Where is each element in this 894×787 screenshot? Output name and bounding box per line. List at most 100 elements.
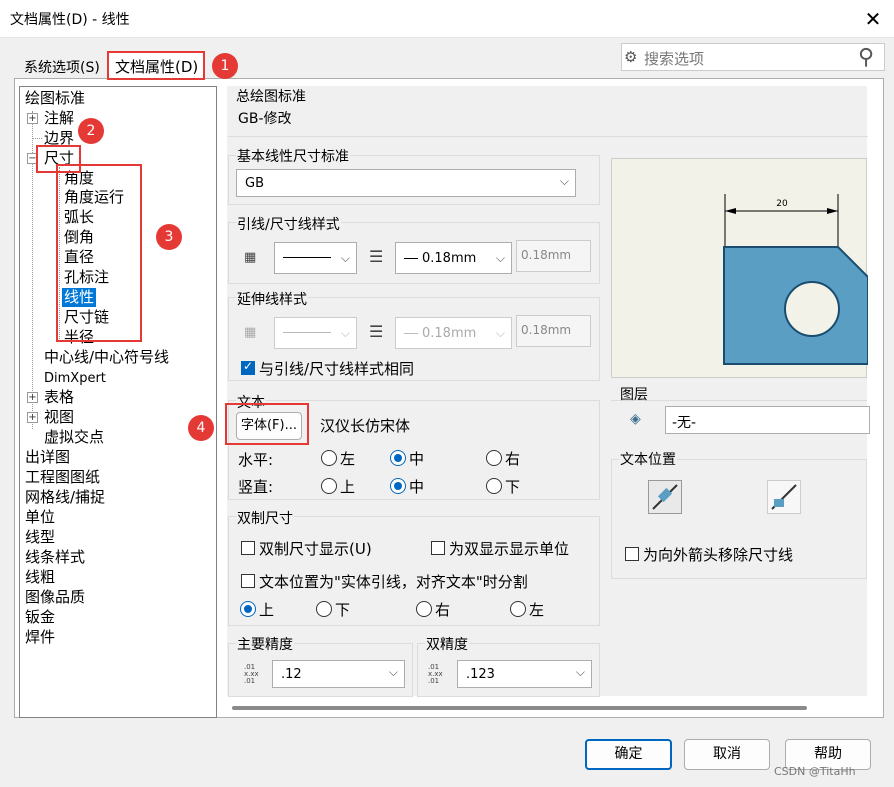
dual-precision-select[interactable]: .123 ⌵ bbox=[457, 660, 592, 688]
show-dual-checkbox[interactable] bbox=[241, 541, 255, 555]
gear-icon[interactable]: ⚙ bbox=[624, 48, 637, 66]
annotation-number: 2 bbox=[78, 118, 104, 144]
extension-line-style-select[interactable]: ⌵ bbox=[274, 317, 357, 349]
tree-item-weldments[interactable]: 焊件 bbox=[25, 628, 55, 647]
line-sample bbox=[404, 258, 418, 259]
expand-icon[interactable]: + bbox=[27, 412, 38, 423]
radio-vertical-bottom[interactable] bbox=[486, 478, 502, 494]
horizontal-dimension-icon bbox=[771, 484, 797, 510]
search-icon[interactable]: ⚲ bbox=[858, 45, 874, 70]
radio-horizontal-right-label: 右 bbox=[505, 450, 521, 468]
tree-item-centerline[interactable]: 中心线/中心符号线 bbox=[44, 348, 169, 367]
tree-guide bbox=[32, 138, 42, 139]
extension-line-width-value: 0.18mm bbox=[422, 326, 477, 341]
tree-item-units[interactable]: 单位 bbox=[25, 508, 55, 527]
tree-item-detailing[interactable]: 出详图 bbox=[25, 448, 70, 467]
radio-dual-right[interactable] bbox=[416, 601, 432, 617]
tree-item-drawing-sheets[interactable]: 工程图图纸 bbox=[25, 468, 100, 487]
chevron-down-icon: ⌵ bbox=[559, 174, 569, 188]
radio-dual-right-label: 右 bbox=[435, 601, 451, 619]
leader-line-width-select[interactable]: 0.18mm ⌵ bbox=[395, 242, 512, 274]
line-sample bbox=[283, 257, 331, 258]
aligned-dimension-icon bbox=[652, 484, 678, 510]
radio-dual-left[interactable] bbox=[510, 601, 526, 617]
text-position-label: 文本位置 bbox=[619, 449, 677, 469]
radio-vertical-center-label: 中 bbox=[409, 478, 425, 496]
primary-precision-value: .12 bbox=[281, 667, 302, 682]
leader-line-width-value: 0.18mm bbox=[422, 251, 477, 266]
radio-vertical-top-label: 上 bbox=[340, 478, 356, 496]
split-checkbox[interactable] bbox=[241, 574, 255, 588]
chevron-down-icon: ⌵ bbox=[340, 326, 350, 340]
layers-icon: ◈ bbox=[630, 411, 641, 427]
dimension-preview: 20 bbox=[611, 158, 869, 378]
watermark: CSDN @TitaHh bbox=[774, 765, 856, 778]
base-standard-value: GB bbox=[245, 176, 264, 191]
radio-dual-top[interactable] bbox=[240, 601, 256, 617]
preview-drawing: 20 bbox=[723, 194, 869, 365]
extension-style-label: 延伸线样式 bbox=[236, 289, 308, 309]
tab-system-options[interactable]: 系统选项(S) bbox=[18, 54, 106, 78]
same-as-leader-checkbox[interactable] bbox=[241, 359, 255, 375]
expand-icon[interactable]: + bbox=[27, 392, 38, 403]
radio-vertical-center[interactable] bbox=[390, 478, 406, 494]
annotation-number: 1 bbox=[212, 53, 238, 79]
tree-item-annotation[interactable]: 注解 bbox=[44, 109, 74, 128]
search-input[interactable]: 搜索选项 bbox=[644, 48, 704, 69]
radio-dual-top-label: 上 bbox=[259, 601, 275, 619]
overall-standard-value: GB-修改 bbox=[238, 111, 292, 127]
text-position-aligned-icon[interactable] bbox=[648, 480, 682, 514]
radio-dual-left-label: 左 bbox=[529, 601, 545, 619]
radio-dual-bottom[interactable] bbox=[316, 601, 332, 617]
remove-dim-line-label: 为向外箭头移除尺寸线 bbox=[643, 546, 794, 564]
tree-item-tables[interactable]: 表格 bbox=[44, 388, 74, 407]
text-position-horizontal-icon[interactable] bbox=[767, 480, 801, 514]
primary-precision-select[interactable]: .12 ⌵ bbox=[272, 660, 405, 688]
leader-thickness-field[interactable]: 0.18mm bbox=[516, 240, 591, 272]
tree-item-virtual-sharp[interactable]: 虚拟交点 bbox=[44, 428, 104, 447]
extension-thickness-field[interactable]: 0.18mm bbox=[516, 315, 591, 347]
radio-horizontal-left[interactable] bbox=[321, 450, 337, 466]
radio-horizontal-left-label: 左 bbox=[340, 450, 356, 468]
vertical-label: 竖直: bbox=[238, 478, 274, 496]
tree-item-line-font[interactable]: 线型 bbox=[25, 528, 55, 547]
show-units-checkbox[interactable] bbox=[431, 541, 445, 555]
radio-horizontal-center-label: 中 bbox=[409, 450, 425, 468]
layer-label: 图层 bbox=[620, 387, 648, 403]
ok-button[interactable]: 确定 bbox=[585, 739, 672, 770]
radio-vertical-top[interactable] bbox=[321, 478, 337, 494]
tree-item-views[interactable]: 视图 bbox=[44, 408, 74, 427]
expand-icon[interactable]: + bbox=[27, 113, 38, 124]
search-box[interactable]: ⚙ 搜索选项 ⚲ bbox=[621, 43, 885, 71]
preview-hole bbox=[784, 281, 840, 337]
radio-horizontal-right[interactable] bbox=[486, 450, 502, 466]
tree-item-line-style[interactable]: 线条样式 bbox=[25, 548, 85, 567]
leader-style-label: 引线/尺寸线样式 bbox=[236, 214, 341, 234]
annotation-box-dimension-children bbox=[56, 164, 142, 342]
line-style-icon: ▦ bbox=[244, 250, 257, 265]
base-standard-select[interactable]: GB ⌵ bbox=[236, 169, 576, 197]
tree-item-dimxpert[interactable]: DimXpert bbox=[44, 369, 106, 388]
radio-dual-bottom-label: 下 bbox=[335, 601, 351, 619]
cancel-button[interactable]: 取消 bbox=[684, 739, 770, 770]
dual-dimension-label: 双制尺寸 bbox=[236, 508, 294, 528]
annotation-number: 3 bbox=[156, 224, 182, 250]
tree-item-image-quality[interactable]: 图像品质 bbox=[25, 588, 85, 607]
tree-item-sheet-metal[interactable]: 钣金 bbox=[25, 608, 55, 627]
radio-horizontal-center[interactable] bbox=[390, 450, 406, 466]
layer-select[interactable]: -无- bbox=[665, 406, 870, 434]
tree-item-line-thickness[interactable]: 线粗 bbox=[25, 568, 55, 587]
precision-icon: .01 x.xx .01 bbox=[244, 663, 259, 685]
tree-item-grid-snap[interactable]: 网格线/捕捉 bbox=[25, 488, 105, 507]
close-icon[interactable]: ✕ bbox=[858, 4, 888, 34]
precision-icon: .01 x.xx .01 bbox=[428, 663, 443, 685]
extension-line-width-select[interactable]: 0.18mm ⌵ bbox=[395, 317, 512, 349]
tree-item-drawing-standard[interactable]: 绘图标准 bbox=[25, 89, 85, 108]
scrollbar-thumb[interactable] bbox=[232, 706, 807, 710]
horizontal-scrollbar[interactable] bbox=[232, 703, 812, 711]
annotation-number: 4 bbox=[188, 415, 214, 441]
remove-dim-line-checkbox[interactable] bbox=[625, 547, 639, 561]
leader-line-style-select[interactable]: ⌵ bbox=[274, 242, 357, 274]
window-title: 文档属性(D) - 线性 bbox=[10, 12, 130, 28]
chevron-down-icon: ⌵ bbox=[495, 326, 505, 340]
